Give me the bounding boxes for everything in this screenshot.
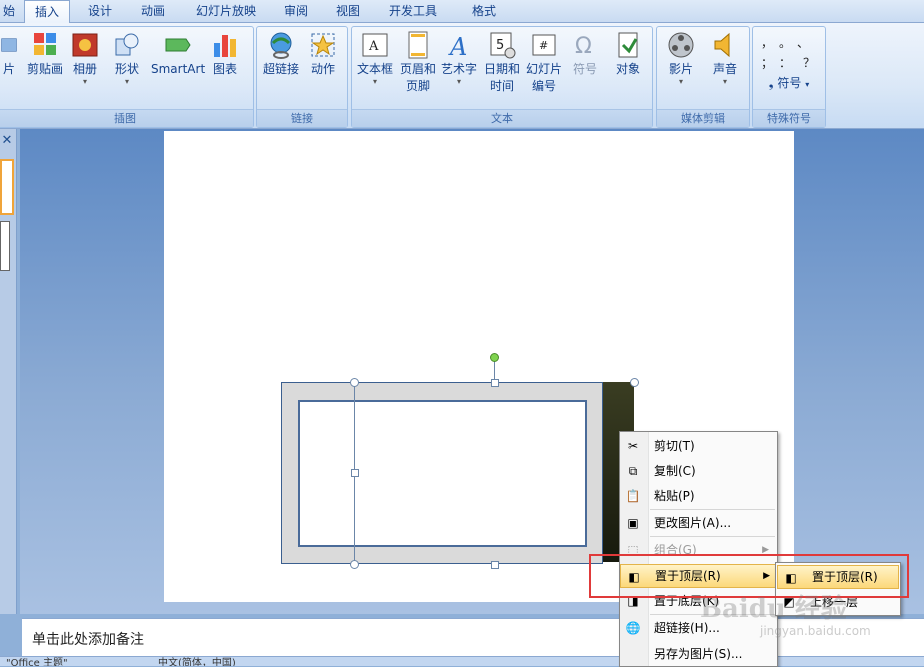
globe-link-icon	[270, 32, 292, 59]
tab-home-fragment[interactable]: 始	[0, 0, 18, 22]
group-label-special: 特殊符号	[753, 109, 825, 127]
sound-dropdown-icon[interactable]: ▾	[705, 78, 745, 86]
smartart-button[interactable]: SmartArt	[151, 31, 205, 78]
omega-icon: Ω	[575, 34, 592, 59]
slide-thumbnail-2[interactable]	[0, 221, 10, 271]
menu-item-copy[interactable]: ⧉ 复制(C)	[620, 459, 777, 483]
tab-format[interactable]: 格式	[460, 0, 508, 22]
svg-text:A: A	[448, 33, 467, 59]
action-star-icon	[311, 33, 335, 57]
special-symbol-dropdown-icon[interactable]: ▾	[805, 80, 809, 89]
menu-item-save-as-picture[interactable]: 另存为图片(S)...	[620, 642, 777, 666]
picture-button[interactable]: 片	[0, 31, 21, 78]
menu-item-change-picture[interactable]: ▣ 更改图片(A)...	[620, 511, 777, 535]
movie-dropdown-icon[interactable]: ▾	[661, 78, 701, 86]
menu-item-paste[interactable]: 📋 粘贴(P)	[620, 484, 777, 508]
copy-icon: ⧉	[628, 464, 638, 478]
svg-text:#: #	[539, 39, 548, 52]
clipart-icon	[34, 33, 56, 55]
symbol-button[interactable]: Ω 符号	[566, 31, 604, 78]
slides-pane: ✕	[0, 129, 17, 614]
slide-number-button[interactable]: # 幻灯片 编号	[524, 31, 564, 95]
hyperlink-icon: 🌐	[625, 621, 641, 635]
svg-text:Ω: Ω	[575, 34, 592, 59]
group-links: 超链接 动作 链接	[256, 26, 348, 128]
header-footer-button[interactable]: 页眉和 页脚	[398, 31, 438, 95]
header-footer-icon	[408, 31, 428, 59]
slide-thumbnail-1[interactable]	[0, 159, 14, 215]
clipart-button[interactable]: 剪贴画	[25, 31, 65, 78]
tab-insert[interactable]: 插入	[24, 0, 70, 24]
tab-developer[interactable]: 开发工具	[381, 0, 445, 22]
object-icon	[618, 32, 638, 58]
menu-separator	[650, 536, 775, 537]
wordart-icon: A	[448, 33, 467, 59]
group-label-media: 媒体剪辑	[657, 109, 749, 127]
resize-handle-top-right[interactable]	[630, 378, 639, 387]
resize-handle-top[interactable]	[491, 379, 499, 387]
bar-chart-icon	[214, 35, 236, 57]
wordart-dropdown-icon[interactable]: ▾	[440, 78, 478, 86]
resize-handle-top-left[interactable]	[350, 378, 359, 387]
special-symbol-button[interactable]: ❟ 符号 ▾	[759, 75, 819, 93]
group-media: 影片 ▾ 声音 ▾ 媒体剪辑	[656, 26, 750, 128]
group-label-links: 链接	[257, 109, 347, 127]
watermark-logo: Baidu 经验	[700, 594, 847, 624]
notes-placeholder[interactable]: 单击此处添加备注	[32, 629, 144, 649]
comma-icon: ❟	[768, 76, 774, 90]
wordart-button[interactable]: A 艺术字 ▾	[440, 31, 478, 86]
tab-view[interactable]: 视图	[328, 0, 368, 22]
textbox-button[interactable]: A 文本框 ▾	[354, 31, 396, 86]
tab-animation[interactable]: 动画	[131, 0, 175, 22]
paste-icon: 📋	[625, 489, 641, 503]
picture-frame-inner[interactable]	[298, 400, 587, 547]
resize-handle-bottom[interactable]	[491, 561, 499, 569]
datetime-button[interactable]: 5 日期和 时间	[482, 31, 522, 95]
group-special-symbols: ，。、；：？ ❟ 符号 ▾ 特殊符号	[752, 26, 826, 128]
scissors-icon: ✂	[627, 439, 639, 453]
textbox-dropdown-icon[interactable]: ▾	[354, 78, 396, 86]
album-button[interactable]: 相册 ▾	[69, 31, 101, 86]
action-button[interactable]: 动作	[305, 31, 341, 78]
tab-review[interactable]: 审阅	[276, 0, 316, 22]
group-label-text: 文本	[352, 109, 652, 127]
sound-button[interactable]: 声音 ▾	[705, 31, 745, 86]
resize-handle-bottom-left[interactable]	[350, 560, 359, 569]
watermark-url: jingyan.baidu.com	[760, 624, 871, 638]
context-menu: ✂ 剪切(T) ⧉ 复制(C) 📋 粘贴(P) ▣ 更改图片(A)... ⬚ 组…	[619, 431, 779, 667]
slide-number-icon: #	[532, 34, 556, 56]
close-pane-icon[interactable]: ✕	[0, 133, 14, 149]
group-label-illustrations: 插图	[0, 109, 253, 127]
menu-separator	[650, 509, 775, 510]
svg-text:5: 5	[496, 38, 504, 53]
chart-button[interactable]: 图表	[209, 31, 241, 78]
object-button[interactable]: 对象	[608, 31, 648, 78]
speaker-icon	[714, 32, 730, 58]
rotation-handle[interactable]	[490, 353, 499, 362]
ribbon-tab-bar: 始 插入 设计 动画 幻灯片放映 审阅 视图 开发工具 格式	[0, 0, 924, 24]
save-as-picture-icon	[625, 646, 641, 662]
group-text: A 文本框 ▾ 页眉和 页脚 A 艺术字 ▾ 5 日期和 时间 # 幻灯片 编号…	[351, 26, 653, 128]
group-illustrations: 片 剪贴画 相册 ▾ 形状 ▾ SmartArt 图表 插图	[0, 26, 254, 128]
shapes-dropdown-icon[interactable]: ▾	[111, 78, 143, 86]
movie-button[interactable]: 影片 ▾	[661, 31, 701, 86]
ribbon: 片 剪贴画 相册 ▾ 形状 ▾ SmartArt 图表 插图 超链接 动作 链接…	[0, 23, 924, 129]
resize-handle-left[interactable]	[351, 469, 359, 477]
hyperlink-button[interactable]: 超链接	[261, 31, 301, 78]
picture-icon	[1, 38, 17, 52]
svg-text:A: A	[368, 39, 379, 54]
tab-design[interactable]: 设计	[78, 0, 122, 22]
photo-album-icon	[72, 33, 98, 57]
smartart-icon	[165, 38, 191, 52]
menu-item-cut[interactable]: ✂ 剪切(T)	[620, 434, 777, 458]
shapes-icon	[115, 33, 139, 56]
tab-slideshow[interactable]: 幻灯片放映	[188, 0, 264, 22]
symbol-grid[interactable]: ，。、；：？	[761, 33, 821, 73]
album-dropdown-icon[interactable]: ▾	[69, 78, 101, 86]
film-reel-icon	[668, 32, 694, 58]
change-picture-icon: ▣	[627, 516, 639, 530]
shapes-button[interactable]: 形状 ▾	[111, 31, 143, 86]
calendar-icon: 5	[490, 32, 516, 59]
textbox-icon: A	[362, 33, 388, 57]
